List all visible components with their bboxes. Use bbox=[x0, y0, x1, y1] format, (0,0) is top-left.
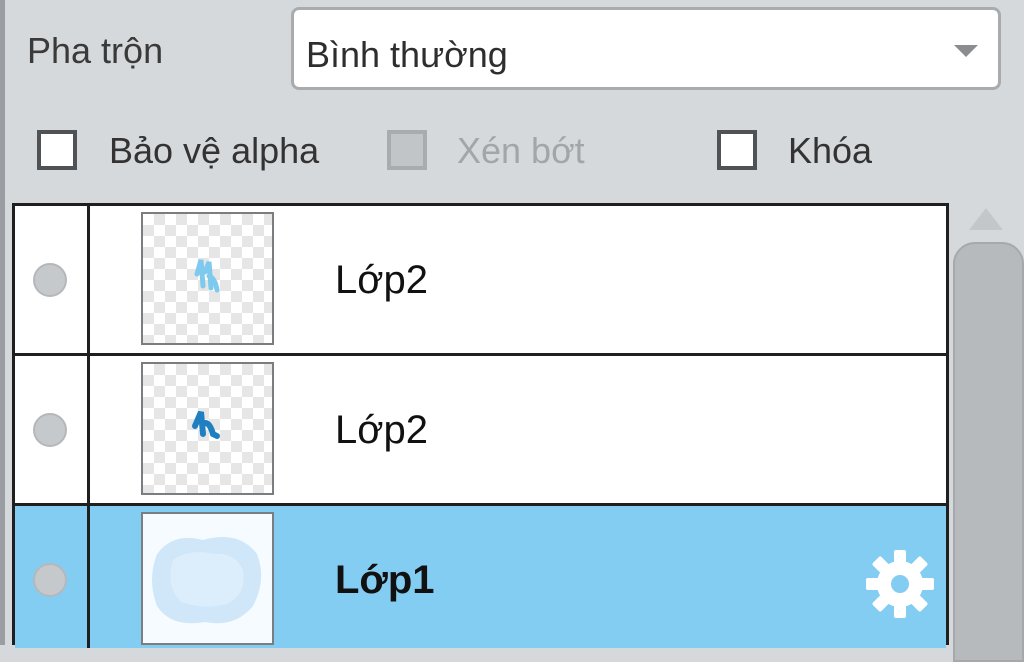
visibility-toggle-icon[interactable] bbox=[33, 413, 67, 447]
visibility-cell[interactable] bbox=[15, 206, 90, 353]
layer-name: Lớp1 bbox=[335, 558, 435, 602]
visibility-cell[interactable] bbox=[15, 356, 90, 503]
blend-mode-select[interactable]: Bình thường bbox=[291, 7, 1001, 90]
layer-thumbnail bbox=[141, 512, 274, 645]
layer-thumbnail bbox=[141, 362, 274, 495]
blend-mode-value: Bình thường bbox=[306, 34, 508, 75]
protect-alpha-checkbox[interactable] bbox=[37, 130, 77, 170]
lock-label: Khóa bbox=[788, 130, 873, 171]
visibility-toggle-icon[interactable] bbox=[33, 263, 67, 297]
layer-thumbnail bbox=[141, 212, 274, 345]
panel-left-border bbox=[0, 0, 5, 645]
layer-name: Lớp2 bbox=[335, 258, 428, 302]
chevron-down-icon bbox=[954, 45, 978, 57]
clip-label: Xén bớt bbox=[457, 130, 585, 171]
clip-checkbox bbox=[387, 130, 427, 170]
layer-row[interactable]: Lớp2 bbox=[15, 356, 946, 506]
visibility-cell[interactable] bbox=[15, 506, 90, 648]
protect-alpha-label: Bảo vệ alpha bbox=[109, 130, 320, 171]
layer-row[interactable]: Lớp2 bbox=[15, 206, 946, 356]
lock-checkbox[interactable] bbox=[717, 130, 757, 170]
blend-mode-label: Pha trộn bbox=[27, 30, 164, 71]
scroll-up-arrow-icon[interactable] bbox=[969, 208, 1003, 230]
layer-name: Lớp2 bbox=[335, 408, 428, 452]
layer-row-selected[interactable]: Lớp1 bbox=[15, 506, 946, 648]
layer-list: Lớp2 Lớp2 Lớp1 bbox=[12, 203, 949, 648]
scrollbar-thumb[interactable] bbox=[953, 242, 1024, 662]
visibility-toggle-icon[interactable] bbox=[33, 563, 67, 597]
gear-icon[interactable] bbox=[864, 548, 936, 620]
